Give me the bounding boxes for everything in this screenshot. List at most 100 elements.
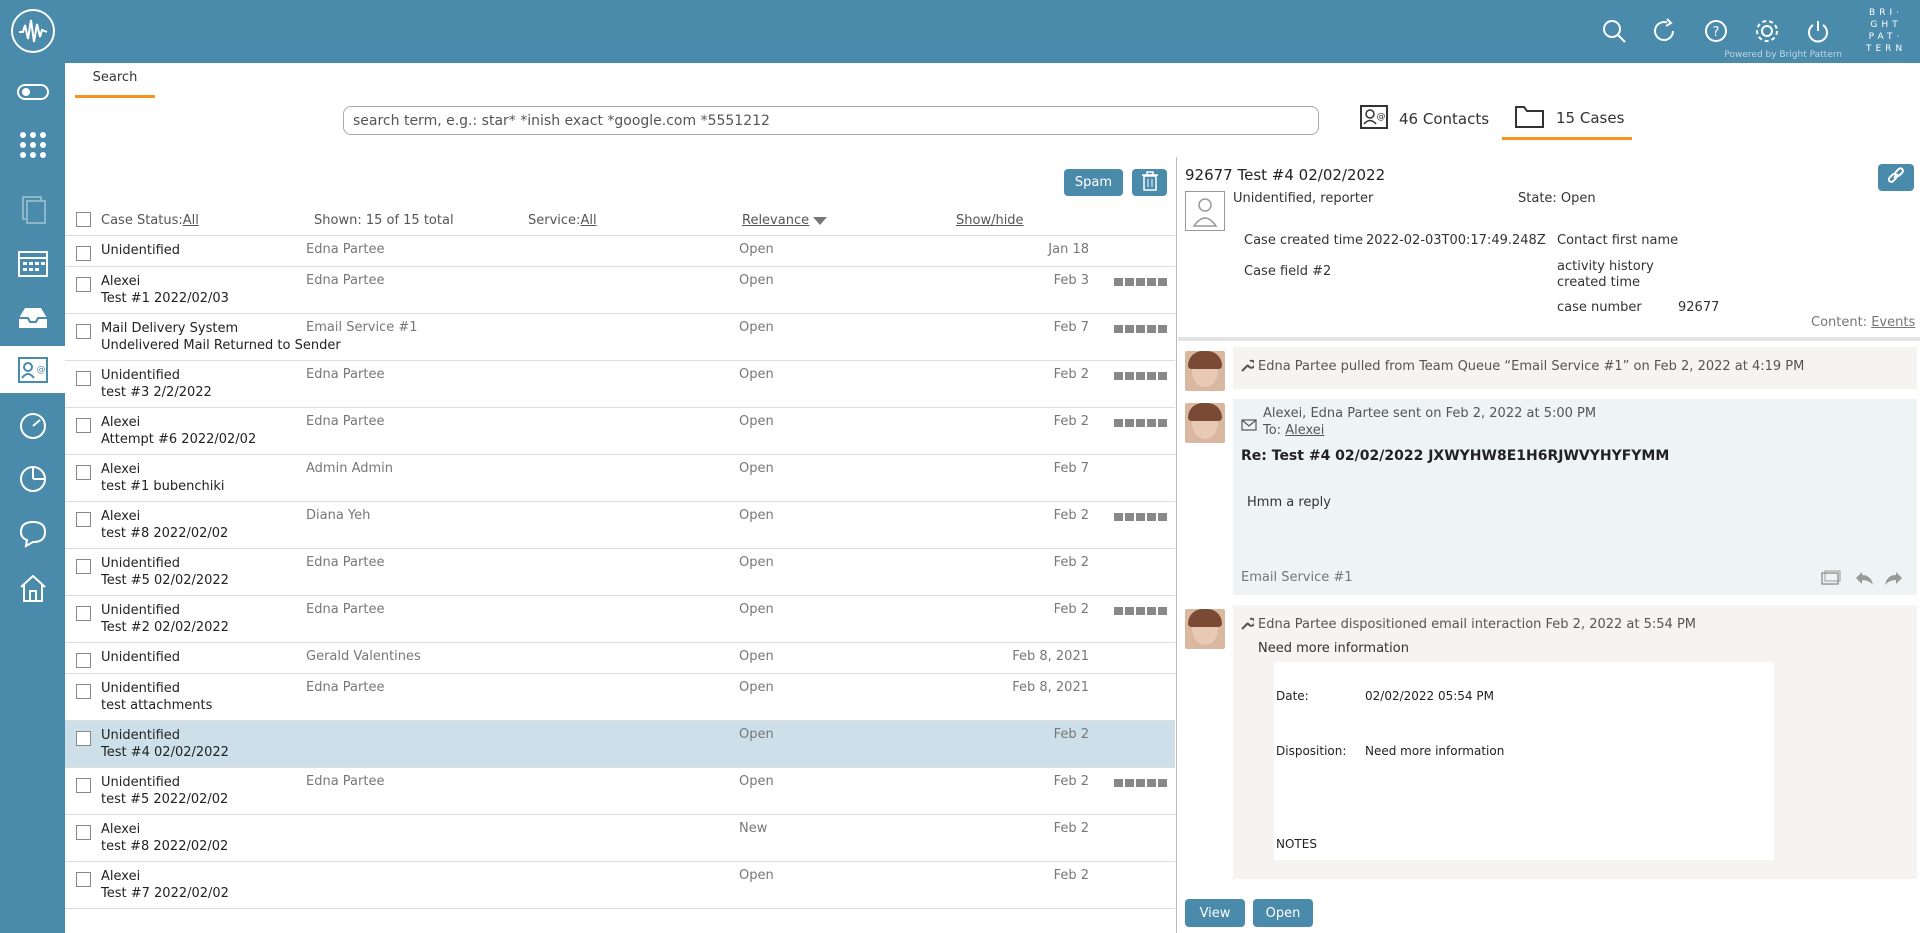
link-button[interactable] xyxy=(1878,164,1914,191)
table-row[interactable]: Unidentified test attachments Edna Partee O… xyxy=(65,674,1175,721)
toggle-icon[interactable] xyxy=(0,68,65,115)
tab-search[interactable]: Search xyxy=(75,70,155,98)
contact-first-name-label: Contact first name xyxy=(1557,233,1679,248)
case-status-label: Case Status: xyxy=(101,213,183,228)
disposition-value: Need more information xyxy=(1365,744,1505,758)
row-status: Open xyxy=(739,774,774,789)
row-date: Feb 2 xyxy=(1053,727,1089,742)
power-icon[interactable] xyxy=(1801,14,1834,47)
disposition-summary: Need more information xyxy=(1258,641,1409,656)
shown-count: Shown: 15 of 15 total xyxy=(314,213,454,228)
row-checkbox[interactable] xyxy=(76,559,91,574)
row-status: Open xyxy=(739,414,774,429)
row-subject: test #1 bubenchiki xyxy=(101,479,225,494)
contact-avatar xyxy=(1185,191,1225,231)
row-status: Open xyxy=(739,273,774,288)
search-icon[interactable] xyxy=(1597,14,1630,47)
event-dispositioned-text: Edna Partee dispositioned email interact… xyxy=(1258,617,1697,632)
table-row[interactable]: Unidentified Gerald Valentines Open Feb 8, … xyxy=(65,643,1175,674)
table-row[interactable]: Unidentified Test #5 02/02/2022 Edna Parte… xyxy=(65,549,1175,596)
row-checkbox[interactable] xyxy=(76,324,91,339)
content-label: Content: xyxy=(1811,315,1872,330)
row-subject: Undelivered Mail Returned to Sender xyxy=(101,338,341,353)
table-row[interactable]: Unidentified test #5 2022/02/02 Edna Parte… xyxy=(65,768,1175,815)
table-row[interactable]: Unidentified Test #2 02/02/2022 Edna Parte… xyxy=(65,596,1175,643)
table-row[interactable]: Alexei Test #1 2022/02/03 Edna Partee Open F… xyxy=(65,267,1175,314)
relevance-bars xyxy=(1114,278,1169,286)
service-value[interactable]: All xyxy=(580,213,596,228)
email-to-link[interactable]: Alexei xyxy=(1285,423,1324,438)
open-button[interactable]: Open xyxy=(1253,899,1313,927)
help-icon[interactable]: ? xyxy=(1699,14,1732,47)
contacts-icon[interactable]: @ xyxy=(0,346,65,393)
row-date: Feb 2 xyxy=(1053,555,1089,570)
settings-icon[interactable] xyxy=(1750,14,1783,47)
table-row[interactable]: Alexei Attempt #6 2022/02/02 Edna Partee Op… xyxy=(65,408,1175,455)
table-row[interactable]: Mail Delivery System Undelivered Mail Ret… xyxy=(65,314,1175,361)
app-logo-icon[interactable] xyxy=(11,9,55,53)
row-checkbox[interactable] xyxy=(76,872,91,887)
row-checkbox[interactable] xyxy=(76,465,91,480)
row-checkbox[interactable] xyxy=(76,606,91,621)
reports-icon[interactable] xyxy=(0,455,65,502)
table-row[interactable]: Alexei test #1 bubenchiki Admin Admin Open F… xyxy=(65,455,1175,502)
row-date: Feb 8, 2021 xyxy=(1012,649,1089,664)
row-checkbox[interactable] xyxy=(76,418,91,433)
forward-icon[interactable] xyxy=(1884,570,1904,590)
content-events-link[interactable]: Events xyxy=(1871,315,1915,330)
brand-logo: BRI· GHT PAT· TERN xyxy=(1866,8,1907,54)
row-checkbox[interactable] xyxy=(76,731,91,746)
row-checkbox[interactable] xyxy=(76,512,91,527)
tab-cases[interactable]: 15 Cases xyxy=(1502,98,1632,140)
table-row[interactable]: Unidentified test #3 2/2/2022 Edna Partee O… xyxy=(65,361,1175,408)
spam-button[interactable]: Spam xyxy=(1064,169,1123,196)
row-checkbox[interactable] xyxy=(76,277,91,292)
date-label: Date: xyxy=(1276,689,1309,703)
case-status-filter[interactable]: Case Status:All xyxy=(101,213,199,228)
row-checkbox[interactable] xyxy=(76,778,91,793)
case-status-value[interactable]: All xyxy=(183,213,199,228)
row-date: Feb 7 xyxy=(1053,461,1089,476)
reply-icon[interactable] xyxy=(1854,570,1874,590)
table-row[interactable]: Alexei test #8 2022/02/02 Diana Yeh Open Feb… xyxy=(65,502,1175,549)
service-filter[interactable]: Service:All xyxy=(528,213,597,228)
event-email-sent: Alexei, Edna Partee sent on Feb 2, 2022 … xyxy=(1233,399,1917,595)
row-date: Feb 3 xyxy=(1053,273,1089,288)
table-row[interactable]: Alexei Test #7 2022/02/02 Open Feb 2 xyxy=(65,862,1175,909)
search-input[interactable] xyxy=(343,106,1319,135)
chat-icon[interactable] xyxy=(0,509,65,556)
email-to-label: To: xyxy=(1263,423,1286,438)
row-subject: test attachments xyxy=(101,698,213,713)
row-agent: Edna Partee xyxy=(306,602,385,617)
table-row[interactable]: Unidentified Test #4 02/02/2022 Open Feb 2 xyxy=(65,721,1175,768)
home-icon[interactable] xyxy=(0,564,65,611)
row-checkbox[interactable] xyxy=(76,371,91,386)
row-agent: Gerald Valentines xyxy=(306,649,421,664)
row-agent: Edna Partee xyxy=(306,555,385,570)
calendar-icon[interactable] xyxy=(0,239,65,286)
dashboard-icon[interactable] xyxy=(0,402,65,449)
event-pulled: Edna Partee pulled from Team Queue “Emai… xyxy=(1233,347,1917,389)
refresh-icon[interactable] xyxy=(1648,14,1681,47)
case-field-2-label: Case field #2 xyxy=(1244,264,1332,279)
select-all-checkbox[interactable] xyxy=(76,212,91,227)
show-hide-link[interactable]: Show/hide xyxy=(956,213,1024,228)
row-subject: test #8 2022/02/02 xyxy=(101,839,229,854)
delete-button[interactable] xyxy=(1132,169,1167,196)
view-button[interactable]: View xyxy=(1185,899,1245,927)
documents-icon[interactable] xyxy=(0,185,65,232)
row-checkbox[interactable] xyxy=(76,246,91,261)
apps-grid-icon[interactable] xyxy=(0,121,65,168)
row-checkbox[interactable] xyxy=(76,684,91,699)
tab-contacts[interactable]: @ 46 Contacts xyxy=(1359,98,1489,140)
table-row[interactable]: Alexei test #8 2022/02/02 New Feb 2 xyxy=(65,815,1175,862)
relevance-sort[interactable]: Relevance xyxy=(742,213,828,228)
popout-icon[interactable] xyxy=(1821,570,1841,590)
table-row[interactable]: Unidentified Edna Partee Open Jan 18 xyxy=(65,236,1175,267)
relevance-bars xyxy=(1114,779,1169,787)
inbox-icon[interactable] xyxy=(0,293,65,340)
row-checkbox[interactable] xyxy=(76,825,91,840)
row-subject: Attempt #6 2022/02/02 xyxy=(101,432,257,447)
row-checkbox[interactable] xyxy=(76,653,91,668)
row-contact-name: Unidentified xyxy=(101,728,181,743)
